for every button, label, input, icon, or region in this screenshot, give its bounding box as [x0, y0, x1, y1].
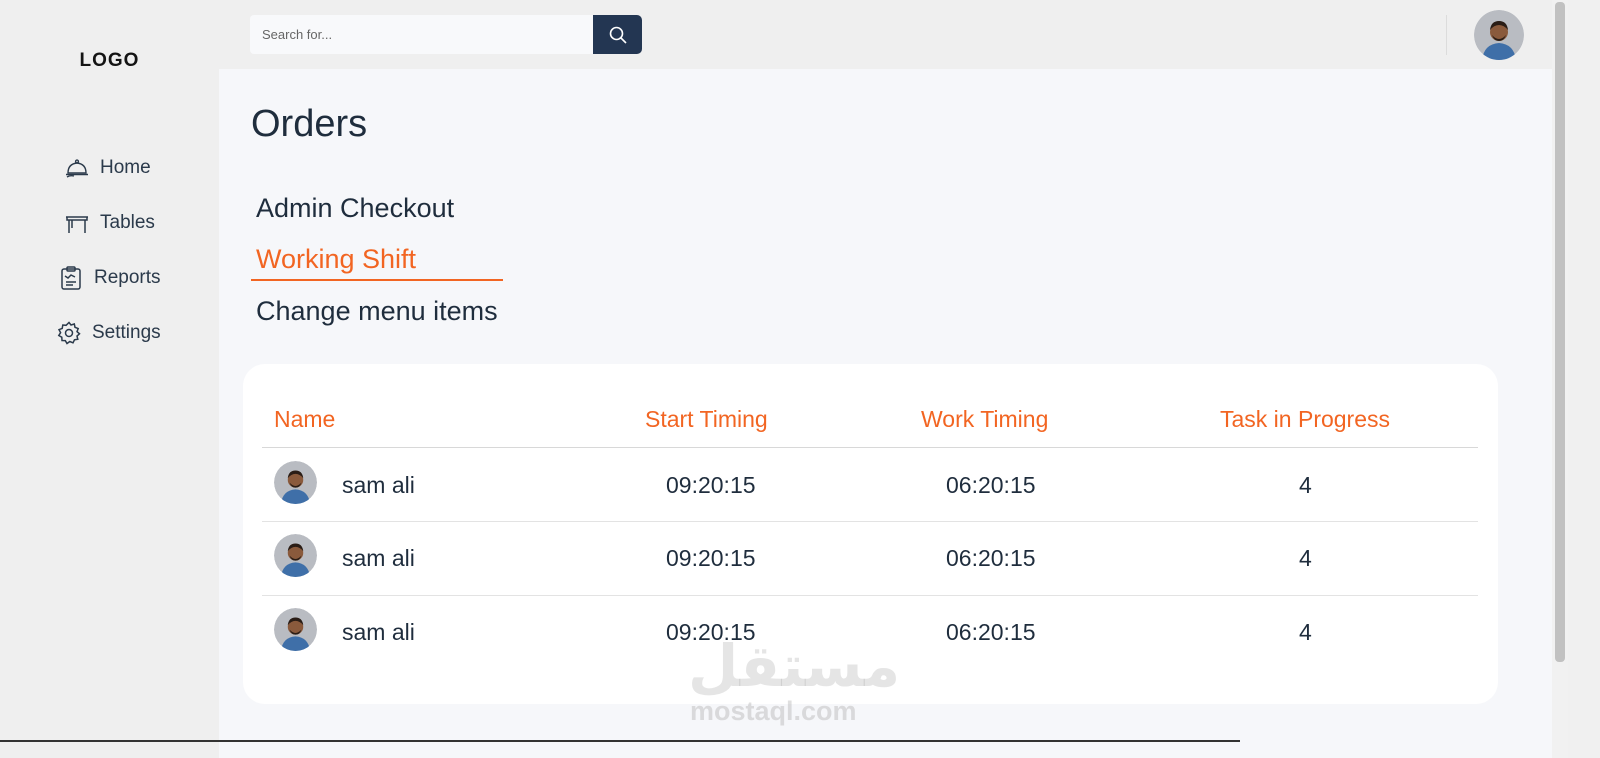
cell-name: sam ali: [342, 472, 415, 498]
search-icon: [609, 26, 627, 44]
sidebar-item-label: Reports: [94, 267, 161, 288]
cell-task-count: 4: [1299, 619, 1312, 645]
user-avatar-image: [1474, 10, 1524, 60]
cell-start-timing: 09:20:15: [666, 619, 756, 645]
avatar: [274, 461, 317, 504]
cell-work-timing: 06:20:15: [946, 619, 1036, 645]
sidebar-item-tables[interactable]: Tables: [64, 206, 155, 240]
bottom-edge: [0, 740, 1240, 742]
table-row[interactable]: sam ali 09:20:15 06:20:15 4: [262, 595, 1478, 669]
search-box: [250, 15, 593, 54]
logo[interactable]: LOGO: [0, 50, 219, 72]
topbar-divider: [1446, 15, 1447, 55]
shift-table-card: Name Start Timing Work Timing Task in Pr…: [243, 364, 1498, 704]
sidebar: LOGO Home Tables Reports Settings: [0, 0, 219, 758]
sidebar-item-reports[interactable]: Reports: [58, 261, 161, 295]
cell-start-timing: 09:20:15: [666, 472, 756, 498]
tab-change-menu-items[interactable]: Change menu items: [256, 296, 498, 327]
gear-icon: [57, 321, 81, 345]
cell-name: sam ali: [342, 545, 415, 571]
cell-start-timing: 09:20:15: [666, 545, 756, 571]
table-icon: [66, 216, 88, 233]
sidebar-item-label: Settings: [92, 322, 161, 343]
user-avatar[interactable]: [1474, 10, 1524, 60]
column-header-task-in-progress[interactable]: Task in Progress: [1220, 406, 1390, 433]
sidebar-item-label: Tables: [100, 212, 155, 233]
topbar: [219, 0, 1600, 69]
tab-admin-checkout[interactable]: Admin Checkout: [256, 193, 454, 224]
avatar: [274, 534, 317, 577]
column-header-work-timing[interactable]: Work Timing: [921, 406, 1048, 433]
column-header-start-timing[interactable]: Start Timing: [645, 406, 768, 433]
clipboard-report-icon: [61, 266, 81, 290]
tab-working-shift[interactable]: Working Shift: [256, 244, 416, 275]
page-title: Orders: [251, 103, 368, 145]
active-tab-underline: [251, 279, 503, 281]
search-input[interactable]: [262, 27, 593, 42]
cell-work-timing: 06:20:15: [946, 472, 1036, 498]
scrollbar-thumb[interactable]: [1555, 2, 1565, 662]
sidebar-item-home[interactable]: Home: [64, 151, 151, 185]
avatar: [274, 608, 317, 651]
sidebar-item-settings[interactable]: Settings: [56, 316, 161, 350]
sidebar-item-label: Home: [100, 157, 151, 178]
column-header-name[interactable]: Name: [274, 406, 335, 433]
table-row[interactable]: sam ali 09:20:15 06:20:15 4: [262, 448, 1478, 522]
main-content: Orders Admin Checkout Working Shift Chan…: [219, 69, 1552, 758]
window-edge: [1568, 0, 1600, 758]
food-cloche-icon: [66, 159, 88, 178]
cell-task-count: 4: [1299, 545, 1312, 571]
search-button[interactable]: [593, 15, 642, 54]
cell-work-timing: 06:20:15: [946, 545, 1036, 571]
cell-name: sam ali: [342, 619, 415, 645]
table-row[interactable]: sam ali 09:20:15 06:20:15 4: [262, 521, 1478, 595]
cell-task-count: 4: [1299, 472, 1312, 498]
